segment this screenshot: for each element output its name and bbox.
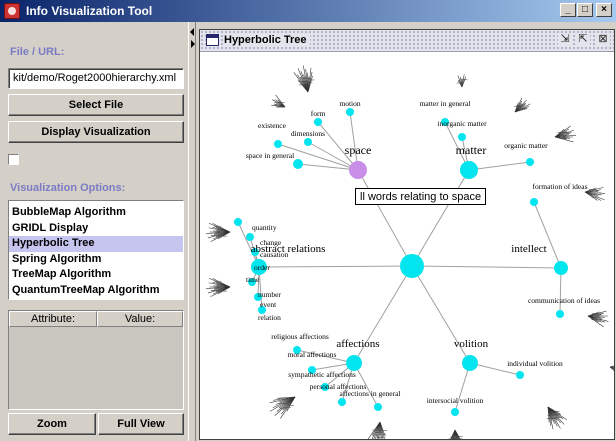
sublabel-existence: existence: [258, 121, 287, 130]
algorithm-item-spring[interactable]: Spring Algorithm: [9, 252, 183, 268]
category-node-volition[interactable]: [462, 355, 478, 371]
file-url-input[interactable]: kit/demo/Roget2000hierarchy.xml: [8, 68, 184, 89]
root-node[interactable]: [400, 254, 424, 278]
hyperbolic-tree-frame: Hyperbolic Tree ⇲ ⇱ ⊠ space matter abstrac…: [199, 29, 616, 441]
category-label-intellect: intellect: [511, 243, 546, 255]
collapse-left-arrow-icon[interactable]: [190, 28, 194, 36]
algorithm-item-bubblemap[interactable]: BubbleMap Algorithm: [9, 205, 183, 221]
sub-node[interactable]: [246, 233, 254, 241]
visualization-options-label: Visualization Options:: [10, 182, 126, 194]
left-panel: File / URL: kit/demo/Roget2000hierarchy.…: [0, 22, 188, 441]
frame-titlebar[interactable]: Hyperbolic Tree ⇲ ⇱ ⊠: [200, 30, 614, 52]
tree-edge: [357, 169, 413, 267]
category-node-affections[interactable]: [346, 355, 362, 371]
value-column-header[interactable]: Value:: [97, 311, 183, 327]
zoom-button[interactable]: Zoom: [8, 413, 96, 435]
sublabel-moral-affections: moral affections: [288, 350, 337, 359]
sub-node-dimensions[interactable]: [304, 138, 312, 146]
attribute-table[interactable]: Attribute: Value:: [8, 310, 184, 410]
sublabel-organic-matter: organic matter: [504, 141, 548, 150]
sub-node-organic-matter[interactable]: [526, 158, 534, 166]
tree-labels: space matterabstract relations intellectaf…: [246, 99, 600, 405]
category-node-intellect[interactable]: [554, 261, 568, 275]
sublabel-space-in-general: space in general: [246, 151, 294, 160]
algorithm-item-gridl[interactable]: GRIDL Display: [9, 221, 183, 237]
sublabel-sympathetic-affections: sympathetic affections: [288, 370, 356, 379]
category-node-space[interactable]: [349, 161, 367, 179]
sublabel-relation: relation: [258, 313, 281, 322]
sub-node[interactable]: [234, 218, 242, 226]
app-icon: [4, 3, 20, 19]
algorithm-list: BubbleMap Algorithm GRIDL Display Hyperb…: [8, 200, 184, 300]
close-button[interactable]: ×: [596, 3, 612, 17]
hyperbolic-tree-canvas[interactable]: space matter abstract relations intellect af…: [200, 52, 616, 441]
minimize-button[interactable]: _: [560, 3, 576, 17]
sub-node-inorganic-matter[interactable]: [458, 133, 466, 141]
window-title: Info Visualization Tool: [26, 4, 153, 18]
sublabel-quantity: quantity: [252, 223, 277, 232]
sublabel-intersocial-volition: intersocial volition: [427, 396, 484, 405]
tree-edge: [411, 169, 470, 267]
shrink-frame-icon[interactable]: ⇲: [558, 33, 572, 47]
tree-edge: [533, 201, 562, 269]
sublabel-change: change: [260, 238, 282, 247]
sublabel-religious-affections: religious affections: [271, 332, 329, 341]
file-url-label: File / URL:: [10, 46, 65, 58]
sublabel-dimensions: dimensions: [291, 129, 325, 138]
sub-node-space-in-general[interactable]: [293, 159, 303, 169]
sub-node-intersocial-volition[interactable]: [451, 408, 459, 416]
leaf-edge: [461, 76, 467, 88]
expand-right-arrow-icon[interactable]: [191, 40, 195, 48]
maximize-button[interactable]: □: [577, 3, 593, 17]
algorithm-item-treemap[interactable]: TreeMap Algorithm: [9, 267, 183, 283]
sub-node-existence[interactable]: [274, 140, 282, 148]
sub-node-individual-volition[interactable]: [516, 371, 524, 379]
frame-window-icon: [206, 34, 219, 46]
full-view-button[interactable]: Full View: [98, 413, 184, 435]
sublabel-number: number: [258, 290, 281, 299]
algorithm-item-quantum-treemap[interactable]: QuantumTreeMap Algorithm: [9, 283, 183, 299]
category-label-matter: matter: [456, 143, 487, 157]
sub-node-personal-affections[interactable]: [338, 398, 346, 406]
sublabel-order: order: [254, 263, 270, 272]
sub-node-communication-of-ideas[interactable]: [556, 310, 564, 318]
sublabel-motion: motion: [339, 99, 361, 108]
category-node-matter[interactable]: [460, 161, 478, 179]
sublabel-causation: causation: [260, 250, 289, 259]
algorithm-item-hyperbolic-tree[interactable]: Hyperbolic Tree: [9, 236, 183, 252]
sub-node-formation-of-ideas[interactable]: [530, 198, 538, 206]
sublabel-inorganic-matter: inorganic matter: [437, 119, 487, 128]
display-visualization-button[interactable]: Display Visualization: [8, 121, 184, 143]
sublabel-affections-in-general: affections in general: [339, 389, 400, 398]
tree-edge: [258, 265, 413, 268]
frame-title: Hyperbolic Tree: [224, 34, 310, 46]
sub-node-affections-in-general[interactable]: [374, 403, 382, 411]
close-frame-icon[interactable]: ⊠: [596, 33, 610, 47]
category-label-space: space: [345, 143, 372, 157]
tree-edge: [468, 161, 531, 171]
node-tooltip: ll words relating to space: [355, 188, 487, 205]
sublabel-communication-of-ideas: communication of ideas: [528, 296, 600, 305]
tree-edge: [411, 265, 562, 269]
sublabel-formation-of-ideas: formation of ideas: [533, 182, 588, 191]
category-label-volition: volition: [454, 338, 489, 350]
option-checkbox[interactable]: [8, 154, 19, 165]
split-divider[interactable]: [188, 22, 196, 441]
select-file-button[interactable]: Select File: [8, 94, 184, 116]
hyperbolic-tree-svg[interactable]: space matterabstract relations intellectaf…: [200, 52, 616, 441]
sub-node-motion[interactable]: [346, 108, 354, 116]
sublabel-individual-volition: individual volition: [507, 359, 563, 368]
expand-frame-icon[interactable]: ⇱: [576, 33, 590, 47]
category-label-affections: affections: [336, 338, 379, 350]
sublabel-matter-in-general: matter in general: [420, 99, 471, 108]
attribute-column-header[interactable]: Attribute:: [9, 311, 97, 327]
sublabel-form: form: [311, 109, 326, 118]
window-titlebar[interactable]: Info Visualization Tool _ □ ×: [0, 0, 616, 22]
sublabel-time: time: [246, 275, 260, 284]
sublabel-event: event: [260, 300, 277, 309]
sub-node-form[interactable]: [314, 118, 322, 126]
